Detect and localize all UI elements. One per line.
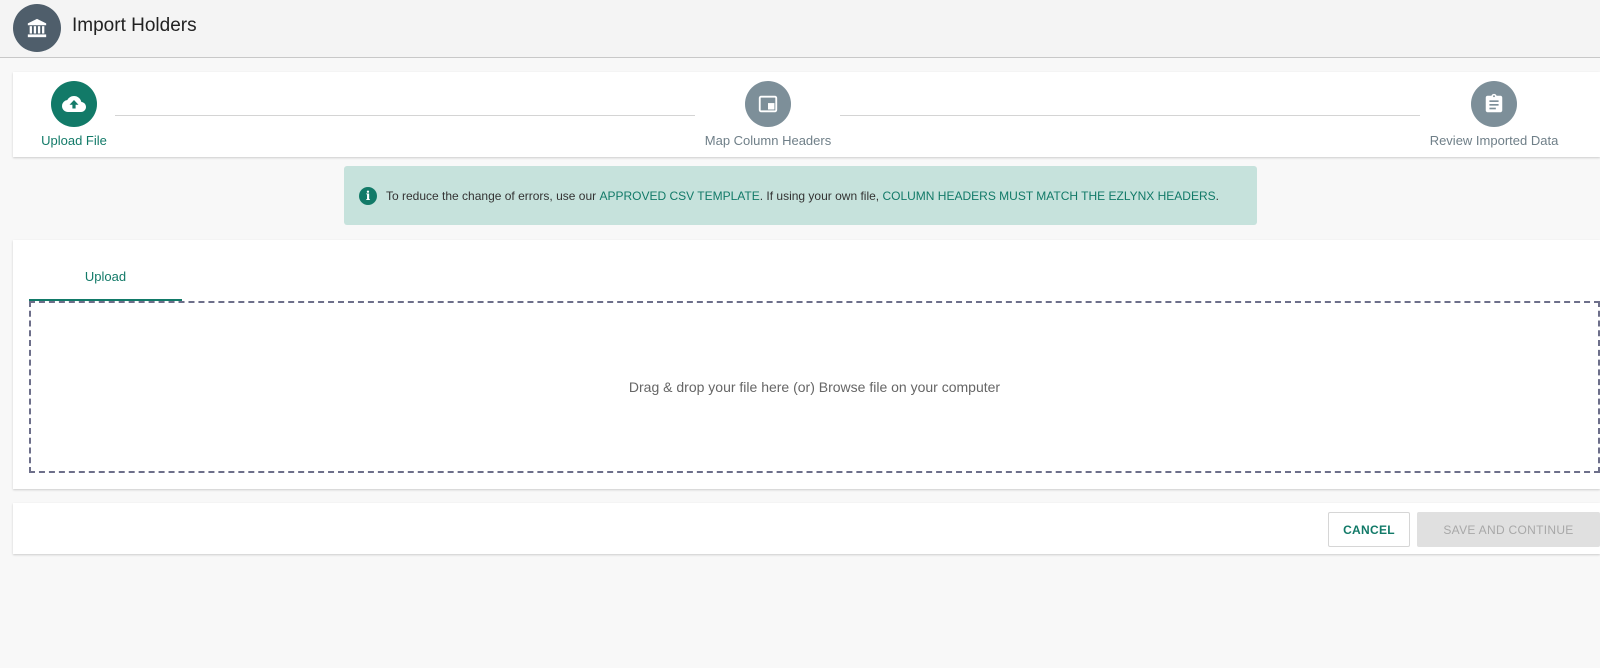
bank-icon bbox=[13, 4, 61, 52]
clipboard-icon bbox=[1471, 81, 1517, 127]
cloud-upload-icon bbox=[51, 81, 97, 127]
dropzone-text: Drag & drop your file here (or) Browse f… bbox=[628, 379, 1001, 395]
banner-text: To reduce the change of errors, use our bbox=[386, 188, 600, 203]
step-label: Review Imported Data bbox=[1429, 133, 1559, 148]
column-headers-link[interactable]: COLUMN HEADERS MUST MATCH THE EZLYNX HEA… bbox=[882, 189, 1215, 203]
step-label: Upload File bbox=[41, 133, 107, 148]
top-bar: Import Holders bbox=[0, 0, 1600, 58]
window-icon bbox=[745, 81, 791, 127]
banner-text: . If using your own file, bbox=[759, 188, 883, 203]
page-title: Import Holders bbox=[72, 15, 197, 36]
step-connector bbox=[115, 115, 695, 116]
tab-upload[interactable]: Upload bbox=[29, 260, 182, 301]
upload-card: Upload Drag & drop your file here (or) B… bbox=[13, 240, 1600, 489]
step-upload-file[interactable]: Upload File bbox=[34, 81, 114, 148]
step-review-imported-data[interactable]: Review Imported Data bbox=[1424, 81, 1564, 148]
cancel-button[interactable]: CANCEL bbox=[1328, 512, 1410, 547]
approved-csv-template-link[interactable]: APPROVED CSV TEMPLATE bbox=[599, 189, 759, 203]
step-map-column-headers[interactable]: Map Column Headers bbox=[693, 81, 843, 148]
file-dropzone[interactable]: Drag & drop your file here (or) Browse f… bbox=[29, 301, 1600, 473]
info-banner: i To reduce the change of errors, use ou… bbox=[344, 166, 1257, 225]
step-connector bbox=[840, 115, 1420, 116]
step-label: Map Column Headers bbox=[704, 133, 832, 148]
banner-text: . bbox=[1215, 188, 1219, 203]
action-bar: CANCEL SAVE AND CONTINUE bbox=[13, 503, 1600, 554]
save-and-continue-button[interactable]: SAVE AND CONTINUE bbox=[1417, 512, 1600, 547]
import-stepper: Upload File Map Column Headers Review Im… bbox=[13, 72, 1600, 157]
info-icon: i bbox=[359, 186, 377, 205]
